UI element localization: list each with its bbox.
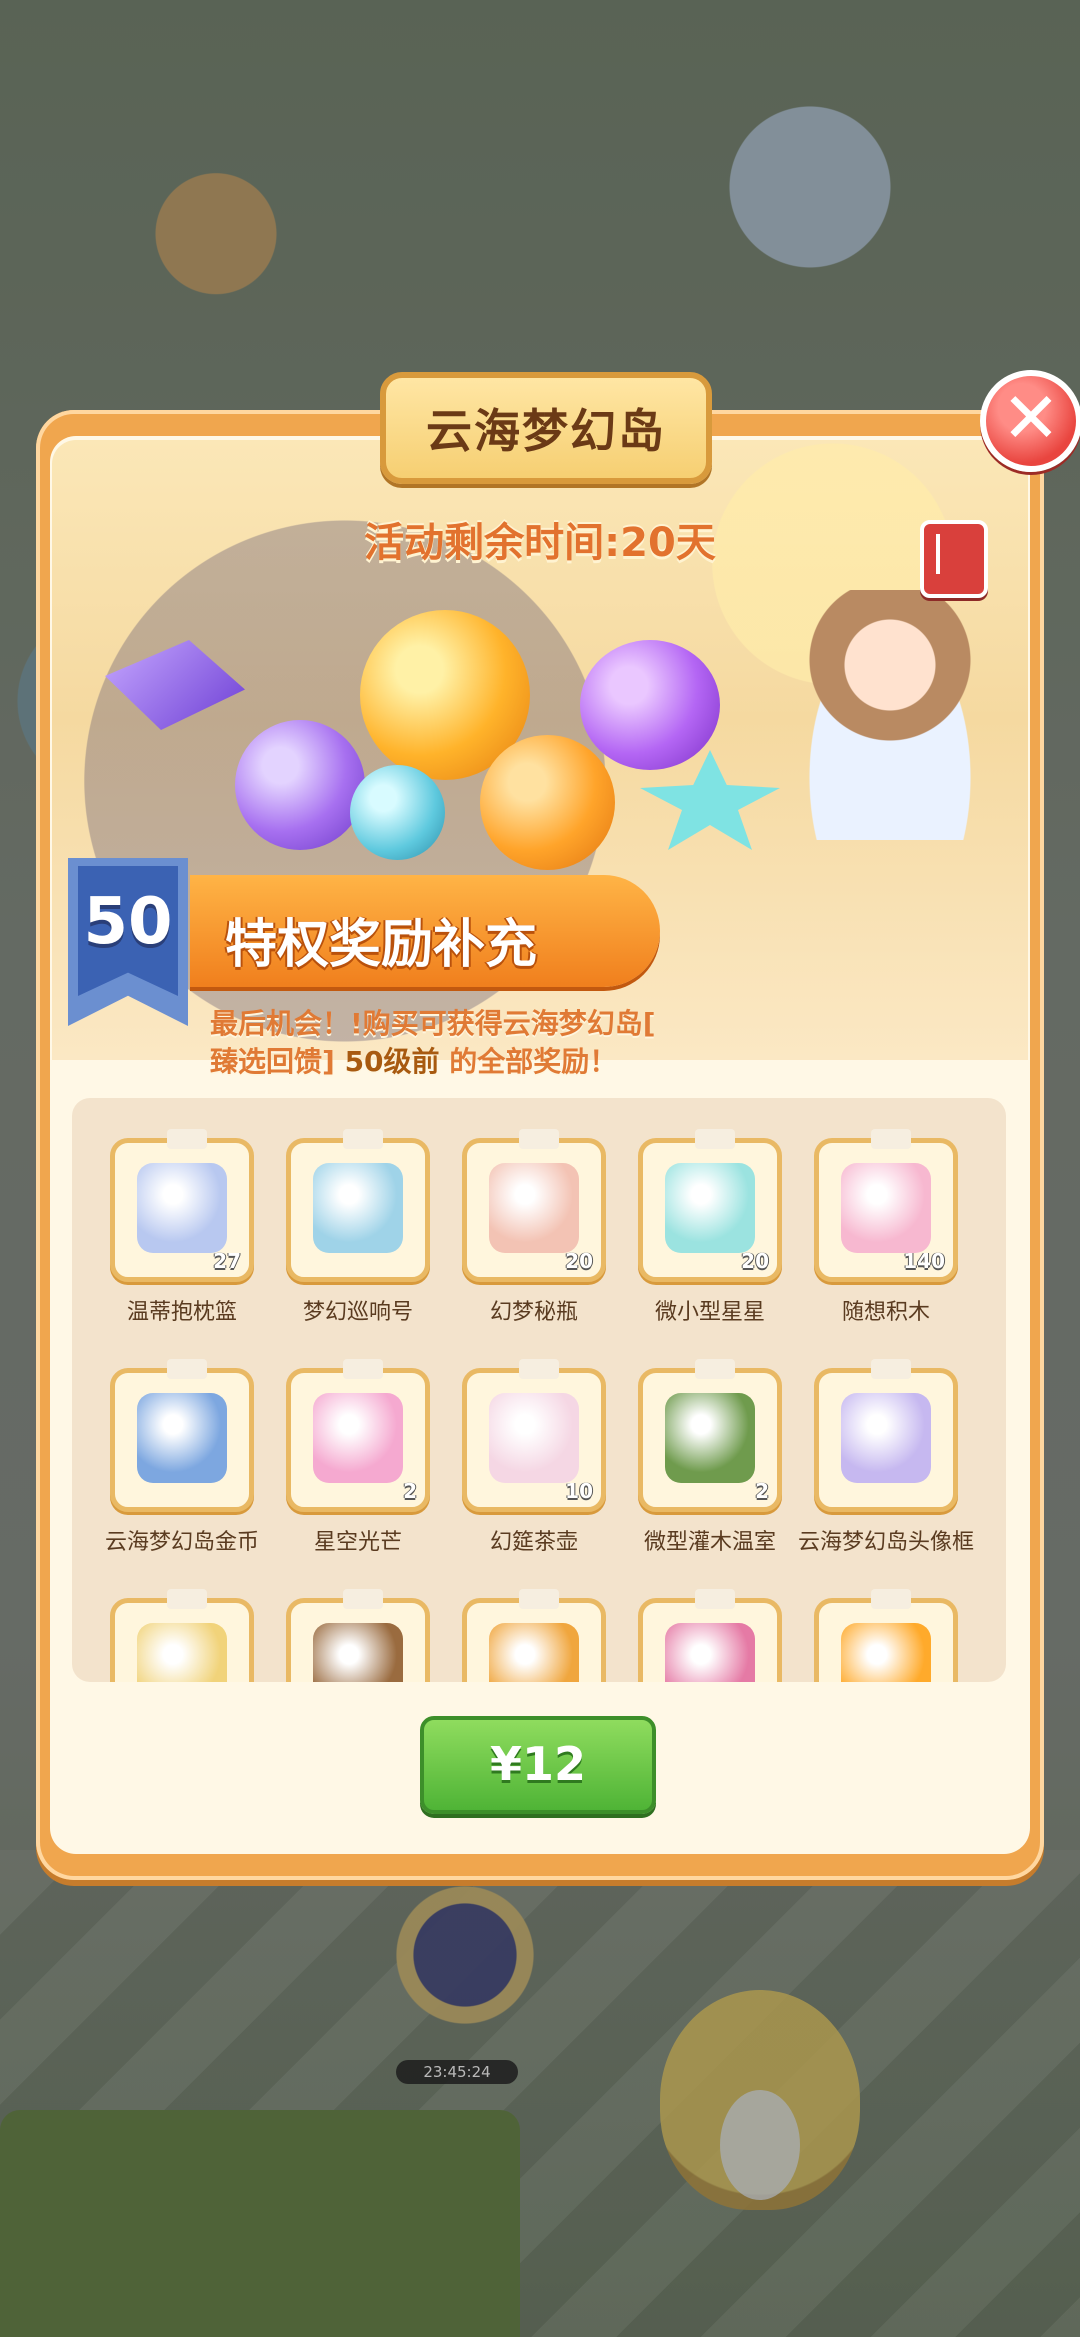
reward-item[interactable]: 140 随想积木: [814, 1129, 958, 1325]
card-clip: [343, 1129, 383, 1149]
reward-count: 27: [213, 1249, 241, 1273]
reward-card[interactable]: [814, 1359, 958, 1512]
reward-name: 温蒂抱枕篮: [126, 1300, 237, 1325]
violet-bear-orb: [580, 640, 720, 770]
reward-item[interactable]: 云海梦幻岛头像框: [798, 1359, 974, 1555]
card-clip: [167, 1359, 207, 1379]
description-highlight: 50级前: [344, 1045, 440, 1078]
reward-name: 梦幻巡响号: [302, 1300, 413, 1325]
item-icon: [841, 1623, 931, 1682]
popup-title: 云海梦幻岛: [380, 372, 712, 484]
reward-card[interactable]: 10: [462, 1359, 606, 1512]
reward-card[interactable]: 27: [110, 1129, 254, 1282]
reward-item[interactable]: [814, 1589, 958, 1682]
reward-item[interactable]: 27 温蒂抱枕篮: [110, 1129, 254, 1325]
reward-card[interactable]: 20: [638, 1129, 782, 1282]
reward-item[interactable]: [462, 1589, 606, 1682]
blocks-icon: [841, 1163, 931, 1253]
planet-icon: [313, 1393, 403, 1483]
card-clip: [871, 1129, 911, 1149]
description-text-a: 臻选回馈]: [210, 1045, 335, 1078]
buy-button[interactable]: ¥12: [420, 1716, 656, 1814]
reward-name: 云海梦幻岛金币: [104, 1530, 259, 1555]
reward-item[interactable]: 20 幻梦秘瓶: [462, 1129, 606, 1325]
reward-card[interactable]: 2: [286, 1359, 430, 1512]
reward-list[interactable]: 27 温蒂抱枕篮 梦幻巡响号 20 幻梦秘瓶 20 微小型星星 140 随想积木云海梦幻岛金币 2…: [72, 1098, 1006, 1682]
reward-item[interactable]: 梦幻巡响号: [286, 1129, 430, 1325]
event-description: 最后机会！!购买可获得云海梦幻岛[ 臻选回馈] 50级前 的全部奖励！: [210, 1005, 810, 1081]
card-clip: [343, 1359, 383, 1379]
card-clip: [167, 1589, 207, 1609]
card-clip: [519, 1359, 559, 1379]
reward-card[interactable]: 20: [462, 1129, 606, 1282]
reward-name: 星空光芒: [313, 1530, 402, 1555]
reward-name: 微型灌木温室: [643, 1530, 776, 1555]
description-line-1: 最后机会！!购买可获得云海梦幻岛[: [210, 1007, 656, 1040]
reward-count: 20: [741, 1249, 769, 1273]
card-clip: [871, 1359, 911, 1379]
card-clip: [871, 1589, 911, 1609]
card-clip: [343, 1589, 383, 1609]
reward-item[interactable]: 2 微型灌木温室: [638, 1359, 782, 1555]
reward-name: 随想积木: [841, 1300, 930, 1325]
reward-count: 140: [903, 1249, 945, 1273]
reward-name: 幻筵茶壶: [489, 1530, 578, 1555]
remaining-time: 活动剩余时间:20天: [364, 520, 716, 566]
close-button[interactable]: ✕: [980, 370, 1080, 472]
card-clip: [519, 1589, 559, 1609]
purple-orb: [235, 720, 365, 850]
reward-card[interactable]: [110, 1359, 254, 1512]
reward-item[interactable]: 2 星空光芒: [286, 1359, 430, 1555]
reward-count: 2: [403, 1479, 417, 1503]
reward-count: 10: [565, 1479, 593, 1503]
description-text-b: 的全部奖励！: [449, 1045, 618, 1078]
level-number: 50: [83, 885, 173, 959]
star-icon: [665, 1163, 755, 1253]
card-clip: [167, 1129, 207, 1149]
reward-card[interactable]: [638, 1589, 782, 1682]
reward-card[interactable]: 2: [638, 1359, 782, 1512]
reward-item[interactable]: [286, 1589, 430, 1682]
item-icon: [489, 1623, 579, 1682]
book-icon[interactable]: [920, 520, 988, 598]
ship-icon: [313, 1163, 403, 1253]
coin-icon: [137, 1393, 227, 1483]
description-line-2: 臻选回馈] 50级前 的全部奖励！: [210, 1043, 810, 1081]
reward-name: 云海梦幻岛头像框: [797, 1530, 974, 1555]
orange-bear-orb: [480, 735, 615, 870]
teal-orb: [350, 765, 445, 860]
avatar-frame-icon: [841, 1393, 931, 1483]
bush-icon: [665, 1393, 755, 1483]
reward-card[interactable]: 140: [814, 1129, 958, 1282]
reward-item[interactable]: 20 微小型星星: [638, 1129, 782, 1325]
item-icon: [313, 1623, 403, 1682]
reward-item[interactable]: [638, 1589, 782, 1682]
reward-card[interactable]: [110, 1589, 254, 1682]
reward-name: 微小型星星: [654, 1300, 765, 1325]
character-illustration: [790, 590, 990, 840]
reward-card[interactable]: [462, 1589, 606, 1682]
reward-name: 幻梦秘瓶: [489, 1300, 578, 1325]
reward-item[interactable]: 10 幻筵茶壶: [462, 1359, 606, 1555]
reward-item[interactable]: [110, 1589, 254, 1682]
card-clip: [519, 1129, 559, 1149]
card-clip: [695, 1589, 735, 1609]
bottle-icon: [489, 1163, 579, 1253]
item-icon: [665, 1623, 755, 1682]
reward-count: 2: [755, 1479, 769, 1503]
pillow-basket-icon: [137, 1163, 227, 1253]
privilege-title: 特权奖励补充: [225, 915, 538, 975]
card-clip: [695, 1129, 735, 1149]
reward-item[interactable]: 云海梦幻岛金币: [105, 1359, 259, 1555]
reward-count: 20: [565, 1249, 593, 1273]
reward-card[interactable]: [814, 1589, 958, 1682]
card-clip: [695, 1359, 735, 1379]
teapot-icon: [489, 1393, 579, 1483]
reward-card[interactable]: [286, 1589, 430, 1682]
item-icon: [137, 1623, 227, 1682]
reward-card[interactable]: [286, 1129, 430, 1282]
